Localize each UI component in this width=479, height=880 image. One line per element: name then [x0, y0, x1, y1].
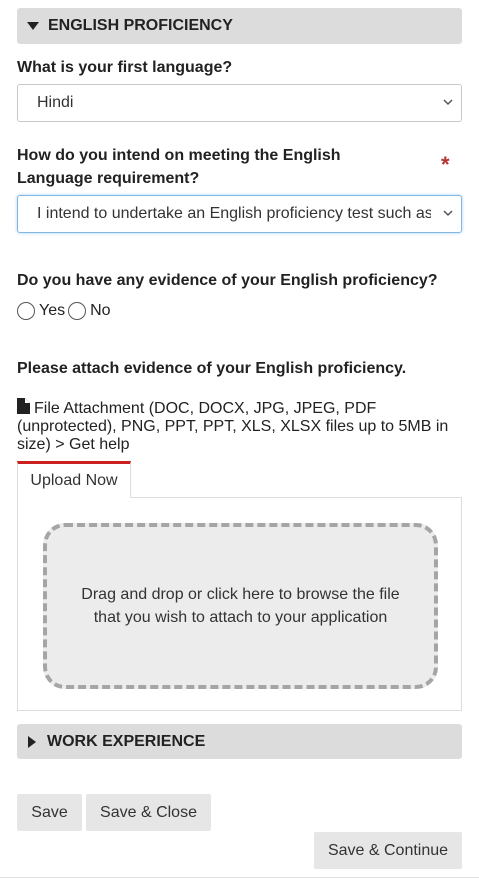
first-language-label: What is your first language?	[17, 59, 233, 76]
meeting-requirement-value: I intend to undertake an English profici…	[37, 205, 431, 222]
meeting-requirement-label: How do you intend on meeting the English…	[17, 147, 341, 187]
meeting-requirement-select[interactable]: I intend to undertake an English profici…	[17, 195, 462, 233]
yes-label[interactable]: Yes	[39, 302, 65, 320]
no-label[interactable]: No	[90, 302, 110, 320]
evidence-radio-group: Yes No	[17, 302, 111, 320]
evidence-question-label: Do you have any evidence of your English…	[17, 272, 438, 289]
file-icon	[17, 398, 30, 414]
yes-radio[interactable]	[17, 302, 35, 320]
first-language-value: Hindi	[37, 94, 74, 111]
bottom-divider	[0, 877, 479, 878]
save-continue-button[interactable]: Save & Continue	[314, 832, 462, 869]
chevron-down-icon	[443, 210, 453, 217]
work-experience-header[interactable]: WORK EXPERIENCE	[17, 724, 462, 759]
file-attachment-info: File Attachment (DOC, DOCX, JPG, JPEG, P…	[17, 398, 462, 454]
no-radio[interactable]	[68, 302, 87, 320]
file-dropzone[interactable]: Drag and drop or click here to browse th…	[43, 523, 438, 689]
first-language-select[interactable]: Hindi	[17, 84, 462, 122]
work-experience-title: WORK EXPERIENCE	[47, 732, 206, 750]
attach-evidence-label: Please attach evidence of your English p…	[17, 360, 407, 377]
save-button[interactable]: Save	[17, 794, 82, 831]
chevron-down-icon	[443, 99, 453, 106]
upload-panel: Drag and drop or click here to browse th…	[17, 497, 462, 711]
save-close-button[interactable]: Save & Close	[86, 794, 211, 831]
dropzone-text: Drag and drop or click here to browse th…	[81, 586, 400, 626]
triangle-down-icon	[27, 22, 39, 30]
triangle-right-icon	[28, 735, 36, 748]
tab-upload-now[interactable]: Upload Now	[17, 461, 131, 498]
required-asterisk: *	[441, 152, 450, 177]
english-proficiency-header[interactable]: ENGLISH PROFICIENCY	[17, 8, 462, 44]
file-attachment-text[interactable]: File Attachment (DOC, DOCX, JPG, JPEG, P…	[17, 400, 448, 453]
upload-now-label: Upload Now	[30, 472, 118, 489]
english-proficiency-title: ENGLISH PROFICIENCY	[48, 17, 233, 34]
